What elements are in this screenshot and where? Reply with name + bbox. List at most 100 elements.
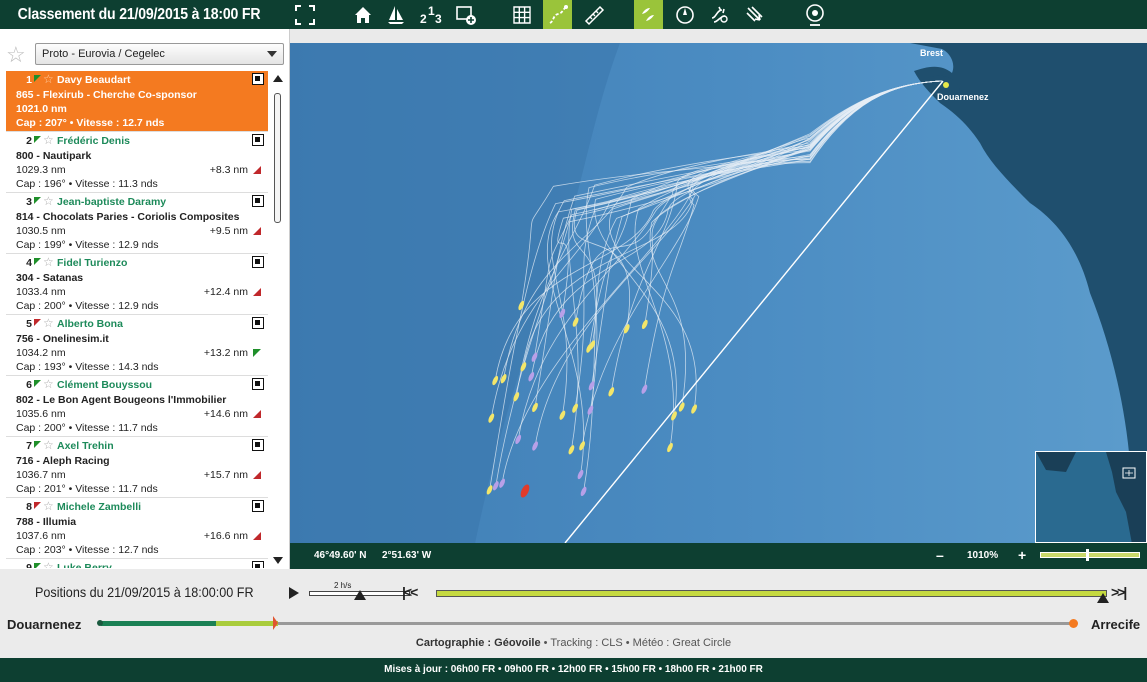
- grid-icon[interactable]: [507, 0, 536, 29]
- gap-to-leader: +12.4 nm: [203, 286, 248, 298]
- add-layer-icon[interactable]: [451, 0, 480, 29]
- gap-to-leader: +15.7 nm: [203, 469, 248, 481]
- play-icon[interactable]: [289, 587, 299, 599]
- favorite-star-icon[interactable]: ☆: [43, 560, 54, 568]
- ranking-row[interactable]: 9 ☆ Luke Berry: [6, 559, 268, 568]
- zoom-out-button[interactable]: –: [936, 547, 944, 563]
- favorite-star-icon[interactable]: ☆: [43, 377, 54, 391]
- gap-trend-icon: [253, 471, 261, 479]
- trend-flag-icon: [34, 136, 41, 143]
- favorite-star-icon[interactable]: ☆: [43, 316, 54, 330]
- skipper-name[interactable]: Frédéric Denis: [57, 135, 130, 147]
- boat-name: 756 - Onelinesim.it: [16, 333, 109, 345]
- skipper-name[interactable]: Jean-baptiste Daramy: [57, 196, 166, 208]
- skipper-name[interactable]: Alberto Bona: [57, 318, 123, 330]
- wind-icon[interactable]: [705, 0, 734, 29]
- ranking-row[interactable]: 4 ☆ Fidel Turienzo 304 - Satanas 1033.4 nm +1…: [6, 254, 268, 315]
- locate-boat-icon[interactable]: [252, 195, 264, 207]
- skipper-name[interactable]: Davy Beaudart: [57, 74, 131, 86]
- favorite-star-icon[interactable]: ☆: [43, 499, 54, 513]
- distance-to-finish: 1030.5 nm: [16, 225, 66, 237]
- boats-layer-icon[interactable]: [634, 0, 663, 29]
- distance-to-finish: 1029.3 nm: [16, 164, 66, 176]
- trend-flag-icon: [34, 319, 41, 326]
- ranking-row[interactable]: 1 ☆ Davy Beaudart 865 - Flexirub - Cherche …: [6, 71, 268, 132]
- race-map[interactable]: Brest Douarnenez: [290, 43, 1147, 569]
- class-select[interactable]: Proto - Eurovia / Cegelec: [35, 43, 284, 65]
- scroll-up-icon[interactable]: [273, 75, 283, 82]
- ranking-row[interactable]: 3 ☆ Jean-baptiste Daramy 814 - Chocolats Pa…: [6, 193, 268, 254]
- favorite-star-icon[interactable]: ☆: [43, 194, 54, 208]
- zoom-slider[interactable]: [1040, 549, 1140, 561]
- gap-trend-icon: [253, 288, 261, 296]
- favorite-star-icon[interactable]: ☆: [43, 255, 54, 269]
- ranking-row[interactable]: 7 ☆ Axel Trehin 716 - Aleph Racing 1036.7 nm…: [6, 437, 268, 498]
- credits-line: Cartographie : Géovoile • Tracking : CLS…: [0, 637, 1147, 649]
- gap-to-leader: +13.2 nm: [203, 347, 248, 359]
- rank-number: 8: [26, 501, 32, 513]
- home-icon[interactable]: [348, 0, 377, 29]
- boat-name: 716 - Aleph Racing: [16, 455, 110, 467]
- skipper-name[interactable]: Luke Berry: [57, 562, 112, 568]
- speed-slider[interactable]: 2 h/s: [309, 581, 410, 603]
- wind-arrows-icon[interactable]: [740, 0, 769, 29]
- brest-label: Brest: [920, 48, 943, 58]
- fullscreen-icon[interactable]: [290, 0, 319, 29]
- gap-to-leader: +14.6 nm: [203, 408, 248, 420]
- trend-flag-icon: [34, 380, 41, 387]
- locate-boat-icon[interactable]: [252, 500, 264, 512]
- zoom-slider-knob[interactable]: [1086, 549, 1089, 561]
- favorite-star-icon[interactable]: ☆: [43, 72, 54, 86]
- speed-knob[interactable]: [354, 590, 366, 600]
- leader-position-marker: [273, 616, 278, 630]
- scroll-thumb[interactable]: [274, 93, 281, 223]
- distance-to-finish: 1036.7 nm: [16, 469, 66, 481]
- locate-boat-icon[interactable]: [252, 256, 264, 268]
- favorite-star-icon[interactable]: ☆: [6, 42, 26, 68]
- boat-name: 802 - Le Bon Agent Bougeons l'Immobilier: [16, 394, 227, 406]
- credits-rest: • Tracking : CLS • Météo : Great Circle: [540, 637, 732, 649]
- positions-label: Positions du 21/09/2015 à 18:00:00 FR: [35, 584, 254, 600]
- locate-boat-icon[interactable]: [252, 317, 264, 329]
- weather-icon[interactable]: [800, 0, 829, 29]
- favorite-star-icon[interactable]: ☆: [43, 133, 54, 147]
- skipper-name[interactable]: Clément Bouyssou: [57, 379, 152, 391]
- skip-to-end-icon[interactable]: >>|: [1111, 584, 1127, 600]
- tracks-icon[interactable]: [543, 0, 572, 29]
- skipper-name[interactable]: Fidel Turienzo: [57, 257, 127, 269]
- overview-minimap[interactable]: [1035, 451, 1147, 543]
- ranking-icon[interactable]: 213: [416, 0, 445, 29]
- favorite-star-icon[interactable]: ☆: [43, 438, 54, 452]
- skipper-name[interactable]: Axel Trehin: [57, 440, 114, 452]
- time-slider[interactable]: [436, 590, 1109, 603]
- sailboat-icon[interactable]: [381, 0, 410, 29]
- rank-number: 1: [26, 74, 32, 86]
- locate-boat-icon[interactable]: [252, 378, 264, 390]
- heading-speed: Cap : 199° • Vitesse : 12.9 nds: [16, 239, 159, 251]
- locate-boat-icon[interactable]: [252, 134, 264, 146]
- rank-number: 3: [26, 196, 32, 208]
- map-status-bar: 46°49.60' N 2°51.63' W – 1010% +: [290, 543, 1147, 569]
- time-slider-knob[interactable]: [1097, 593, 1109, 603]
- ruler-icon[interactable]: [579, 0, 608, 29]
- rank-number: 2: [26, 135, 32, 147]
- ranking-row[interactable]: 8 ☆ Michele Zambelli 788 - Illumia 1037.6 nm…: [6, 498, 268, 559]
- zoom-in-button[interactable]: +: [1018, 547, 1026, 563]
- chevron-down-icon: [267, 51, 277, 57]
- rank-number: 5: [26, 318, 32, 330]
- locate-boat-icon[interactable]: [252, 439, 264, 451]
- skipper-name[interactable]: Michele Zambelli: [57, 501, 141, 513]
- locate-boat-icon[interactable]: [252, 73, 264, 85]
- ranking-row[interactable]: 6 ☆ Clément Bouyssou 802 - Le Bon Agent Bou…: [6, 376, 268, 437]
- map-canvas[interactable]: Brest Douarnenez: [290, 43, 1147, 569]
- rewind-to-start-icon[interactable]: |<<: [402, 584, 418, 600]
- compass-icon[interactable]: [670, 0, 699, 29]
- svg-text:1: 1: [428, 4, 435, 18]
- ranking-scrollbar[interactable]: [270, 71, 286, 568]
- locate-boat-icon[interactable]: [252, 561, 264, 568]
- scroll-down-icon[interactable]: [273, 557, 283, 564]
- ranking-row[interactable]: 5 ☆ Alberto Bona 756 - Onelinesim.it 1034.2 …: [6, 315, 268, 376]
- ranking-row[interactable]: 2 ☆ Frédéric Denis 800 - Nautipark 1029.3 nm…: [6, 132, 268, 193]
- gap-to-leader: +8.3 nm: [209, 164, 248, 176]
- timeline-panel: Positions du 21/09/2015 à 18:00:00 FR 2 …: [0, 569, 1147, 658]
